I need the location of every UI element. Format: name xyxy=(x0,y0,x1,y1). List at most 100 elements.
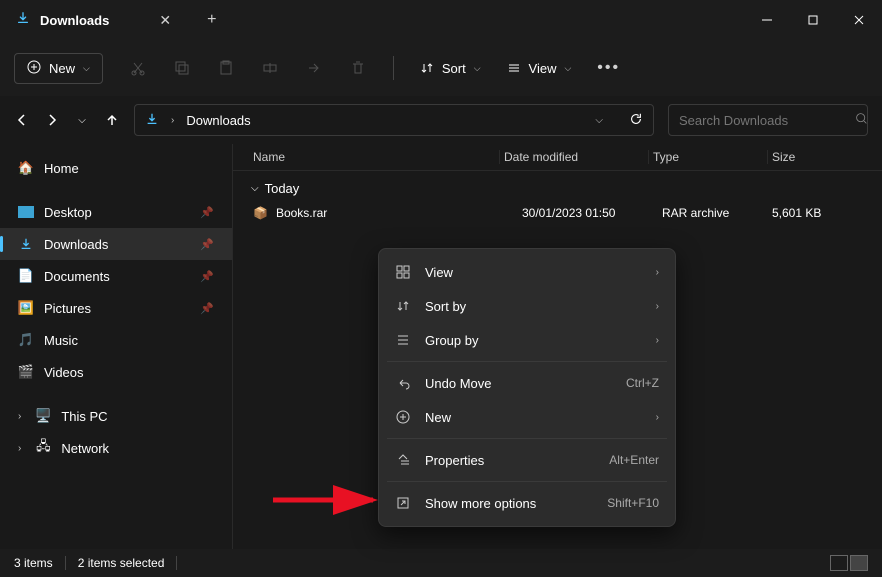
toolbar: New ⌵ Sort ⌵ View ⌵ ••• xyxy=(0,40,882,96)
column-type[interactable]: Type xyxy=(653,150,763,164)
search-box[interactable] xyxy=(668,104,868,136)
refresh-button[interactable] xyxy=(629,112,643,129)
sidebar-item-videos[interactable]: 🎬 Videos xyxy=(0,356,232,388)
ctx-new[interactable]: New › xyxy=(379,400,675,434)
close-tab-icon[interactable]: ✕ xyxy=(159,12,171,29)
address-bar[interactable]: › Downloads ⌵ xyxy=(134,104,654,136)
plus-icon xyxy=(27,60,41,77)
plus-icon xyxy=(395,409,411,425)
properties-icon xyxy=(395,452,411,468)
chevron-right-icon: › xyxy=(656,412,659,423)
ctx-shortcut: Alt+Enter xyxy=(609,453,659,467)
ctx-groupby[interactable]: Group by › xyxy=(379,323,675,357)
sidebar-item-network[interactable]: › 🖧 Network xyxy=(0,432,232,464)
sidebar: 🏠 Home Desktop 📌 Downloads 📌 📄 Documents… xyxy=(0,144,232,549)
chevron-right-icon: › xyxy=(656,267,659,278)
search-input[interactable] xyxy=(679,113,855,128)
up-button[interactable] xyxy=(104,112,120,128)
sidebar-item-downloads[interactable]: Downloads 📌 xyxy=(0,228,232,260)
group-label: Today xyxy=(265,181,300,196)
recent-button[interactable]: ⌵ xyxy=(74,112,90,128)
sidebar-item-label: Home xyxy=(44,161,79,176)
chevron-right-icon[interactable]: › xyxy=(18,411,21,422)
new-button[interactable]: New ⌵ xyxy=(14,53,103,84)
pictures-icon: 🖼️ xyxy=(18,300,34,316)
chevron-right-icon: › xyxy=(656,301,659,312)
home-icon: 🏠 xyxy=(18,160,34,176)
view-label: View xyxy=(529,61,557,76)
ctx-view[interactable]: View › xyxy=(379,255,675,289)
music-icon: 🎵 xyxy=(18,332,34,348)
statusbar: 3 items 2 items selected xyxy=(0,549,882,577)
sidebar-item-music[interactable]: 🎵 Music xyxy=(0,324,232,356)
paste-icon[interactable] xyxy=(217,59,235,77)
ctx-label: New xyxy=(425,410,642,425)
view-button[interactable]: View ⌵ xyxy=(507,61,572,76)
column-name[interactable]: Name xyxy=(253,150,495,164)
more-icon[interactable]: ••• xyxy=(597,59,620,77)
share-icon[interactable] xyxy=(305,59,323,77)
thumbnails-view-button[interactable] xyxy=(850,555,868,571)
list-icon xyxy=(507,61,521,75)
file-row[interactable]: 📦 Books.rar 30/01/2023 01:50 RAR archive… xyxy=(233,200,882,226)
sidebar-item-label: Network xyxy=(61,441,109,456)
chevron-down-icon: ⌵ xyxy=(83,63,90,74)
ctx-undo[interactable]: Undo Move Ctrl+Z xyxy=(379,366,675,400)
sidebar-item-desktop[interactable]: Desktop 📌 xyxy=(0,196,232,228)
column-date[interactable]: Date modified xyxy=(504,150,644,164)
chevron-right-icon: › xyxy=(656,335,659,346)
sidebar-item-thispc[interactable]: › 🖥️ This PC xyxy=(0,400,232,432)
sort-label: Sort xyxy=(442,61,466,76)
download-icon xyxy=(16,11,30,30)
window-controls xyxy=(744,0,882,40)
ctx-label: Show more options xyxy=(425,496,593,511)
rename-icon[interactable] xyxy=(261,59,279,77)
column-size[interactable]: Size xyxy=(772,150,862,164)
sidebar-item-documents[interactable]: 📄 Documents 📌 xyxy=(0,260,232,292)
videos-icon: 🎬 xyxy=(18,364,34,380)
file-name: Books.rar xyxy=(276,206,327,220)
sidebar-item-label: Pictures xyxy=(44,301,91,316)
sidebar-item-pictures[interactable]: 🖼️ Pictures 📌 xyxy=(0,292,232,324)
back-button[interactable] xyxy=(14,112,30,128)
pin-icon: 📌 xyxy=(200,270,214,283)
new-tab-button[interactable]: + xyxy=(207,11,216,29)
tab-downloads[interactable]: Downloads ✕ xyxy=(0,0,187,40)
item-count: 3 items xyxy=(14,556,53,570)
ctx-label: Undo Move xyxy=(425,376,612,391)
column-headers: Name Date modified Type Size xyxy=(233,144,882,171)
new-label: New xyxy=(49,61,75,76)
sidebar-item-home[interactable]: 🏠 Home xyxy=(0,152,232,184)
ctx-shortcut: Shift+F10 xyxy=(607,496,659,510)
copy-icon[interactable] xyxy=(173,59,191,77)
minimize-button[interactable] xyxy=(744,0,790,40)
file-size: 5,601 KB xyxy=(772,206,862,220)
undo-icon xyxy=(395,375,411,391)
chevron-down-icon[interactable]: ⌵ xyxy=(595,115,603,126)
sidebar-item-label: This PC xyxy=(61,409,107,424)
forward-button[interactable] xyxy=(44,112,60,128)
desktop-icon xyxy=(18,204,34,220)
ctx-properties[interactable]: Properties Alt+Enter xyxy=(379,443,675,477)
sort-button[interactable]: Sort ⌵ xyxy=(420,61,481,76)
close-button[interactable] xyxy=(836,0,882,40)
download-icon xyxy=(18,236,34,252)
cut-icon[interactable] xyxy=(129,59,147,77)
group-icon xyxy=(395,332,411,348)
breadcrumb-item[interactable]: Downloads xyxy=(186,113,250,128)
chevron-right-icon[interactable]: › xyxy=(18,443,21,454)
delete-icon[interactable] xyxy=(349,59,367,77)
group-header[interactable]: ⌵ Today xyxy=(233,171,882,200)
ctx-more-options[interactable]: Show more options Shift+F10 xyxy=(379,486,675,520)
separator xyxy=(387,361,667,362)
annotation-arrow xyxy=(268,482,388,518)
ctx-sortby[interactable]: Sort by › xyxy=(379,289,675,323)
sort-icon xyxy=(420,61,434,75)
pin-icon: 📌 xyxy=(200,302,214,315)
maximize-button[interactable] xyxy=(790,0,836,40)
titlebar: Downloads ✕ + xyxy=(0,0,882,40)
sidebar-item-label: Downloads xyxy=(44,237,108,252)
search-icon xyxy=(855,112,868,128)
ctx-label: Properties xyxy=(425,453,595,468)
details-view-button[interactable] xyxy=(830,555,848,571)
